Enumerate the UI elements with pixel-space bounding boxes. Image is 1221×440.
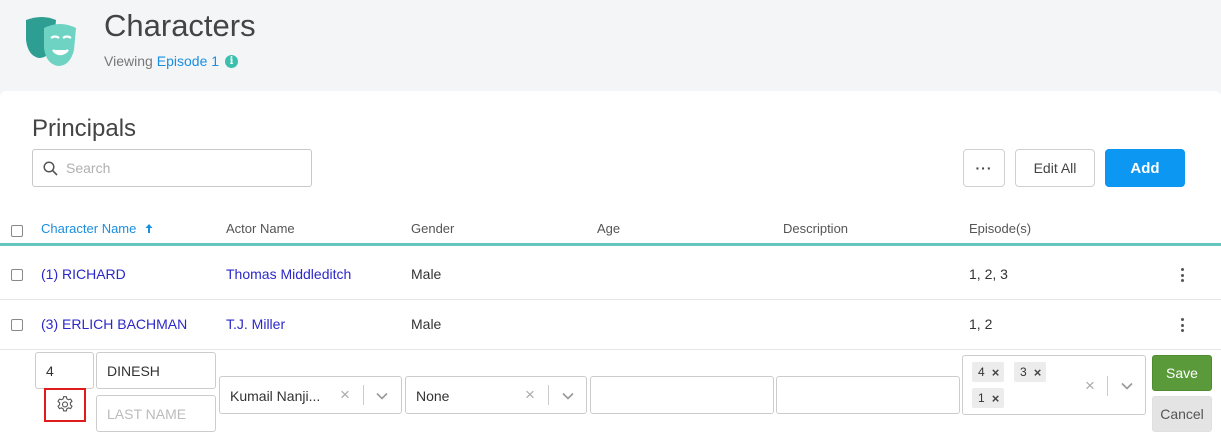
gender-select[interactable]: None ×	[405, 376, 587, 414]
actor-select-value: Kumail Nanji...	[230, 388, 321, 404]
character-name-link[interactable]: (3) ERLICH BACHMAN	[41, 316, 187, 332]
row-menu-icon[interactable]	[1175, 266, 1189, 284]
search-box[interactable]	[32, 149, 312, 187]
gender-cell: Male	[411, 266, 442, 282]
episode-tag: 4 ×	[972, 362, 1005, 382]
table-header: Character Name Actor Name Gender Age Des…	[0, 212, 1221, 246]
tag-remove-icon[interactable]: ×	[1034, 365, 1042, 380]
gender-cell: Male	[411, 316, 442, 332]
new-character-edit-row: Kumail Nanji... × None × 4 × 3 × 1	[0, 350, 1221, 440]
actor-clear-icon[interactable]: ×	[340, 386, 350, 403]
episodes-cell: 1, 2, 3	[969, 266, 1008, 282]
episodes-clear-icon[interactable]: ×	[1085, 377, 1095, 394]
first-name-input[interactable]	[96, 352, 216, 389]
more-options-button[interactable]: ···	[963, 149, 1005, 187]
select-all-checkbox[interactable]	[11, 225, 23, 237]
actor-chevron-down-icon[interactable]	[375, 389, 389, 403]
character-number-input[interactable]	[35, 352, 94, 389]
search-input[interactable]	[66, 160, 286, 176]
actor-name-link[interactable]: T.J. Miller	[226, 316, 285, 332]
column-header-description[interactable]: Description	[783, 221, 848, 236]
gear-icon	[57, 396, 73, 412]
character-settings-button[interactable]	[44, 388, 86, 422]
actor-select[interactable]: Kumail Nanji... ×	[219, 376, 402, 414]
age-input[interactable]	[590, 376, 774, 414]
column-header-age[interactable]: Age	[597, 221, 620, 236]
description-input[interactable]	[776, 376, 960, 414]
viewing-label: Viewing	[104, 53, 153, 69]
page-title: Characters	[104, 8, 256, 43]
theater-masks-logo-icon	[26, 17, 76, 66]
gender-select-value: None	[416, 388, 450, 404]
row-checkbox[interactable]	[11, 269, 23, 281]
column-header-actor-name[interactable]: Actor Name	[226, 221, 295, 236]
character-name-link[interactable]: (1) RICHARD	[41, 266, 126, 282]
section-title: Principals	[32, 115, 137, 142]
table-row[interactable]: (1) RICHARD Thomas Middleditch Male 1, 2…	[0, 250, 1221, 300]
episode-tag: 1 ×	[972, 388, 1005, 408]
save-button[interactable]: Save	[1152, 355, 1212, 391]
actor-name-link[interactable]: Thomas Middleditch	[226, 266, 351, 282]
episode-link[interactable]: Episode 1	[157, 53, 219, 69]
edit-all-button[interactable]: Edit All	[1015, 149, 1095, 187]
column-header-character-name[interactable]: Character Name	[41, 221, 154, 236]
viewing-subtitle: Viewing Episode 1 i	[104, 53, 239, 69]
episodes-cell: 1, 2	[969, 316, 993, 332]
gender-chevron-down-icon[interactable]	[561, 389, 575, 403]
episode-tag: 3 ×	[1014, 362, 1047, 382]
cancel-button[interactable]: Cancel	[1152, 396, 1212, 432]
tag-remove-icon[interactable]: ×	[992, 365, 1000, 380]
last-name-input[interactable]	[96, 395, 216, 432]
row-checkbox[interactable]	[11, 319, 23, 331]
table-row[interactable]: (3) ERLICH BACHMAN T.J. Miller Male 1, 2	[0, 300, 1221, 350]
row-menu-icon[interactable]	[1175, 316, 1189, 334]
gender-clear-icon[interactable]: ×	[525, 386, 535, 403]
episodes-chevron-down-icon[interactable]	[1120, 379, 1134, 393]
sort-ascending-icon	[145, 224, 153, 233]
column-header-episodes[interactable]: Episode(s)	[969, 221, 1031, 236]
column-header-gender[interactable]: Gender	[411, 221, 454, 236]
search-icon	[43, 160, 58, 176]
info-icon[interactable]: i	[225, 54, 239, 68]
add-button[interactable]: Add	[1105, 149, 1185, 187]
principals-panel: Principals ··· Edit All Add Character Na…	[0, 91, 1221, 440]
tag-remove-icon[interactable]: ×	[992, 391, 1000, 406]
episodes-multiselect[interactable]: 4 × 3 × 1 × ×	[962, 355, 1146, 415]
